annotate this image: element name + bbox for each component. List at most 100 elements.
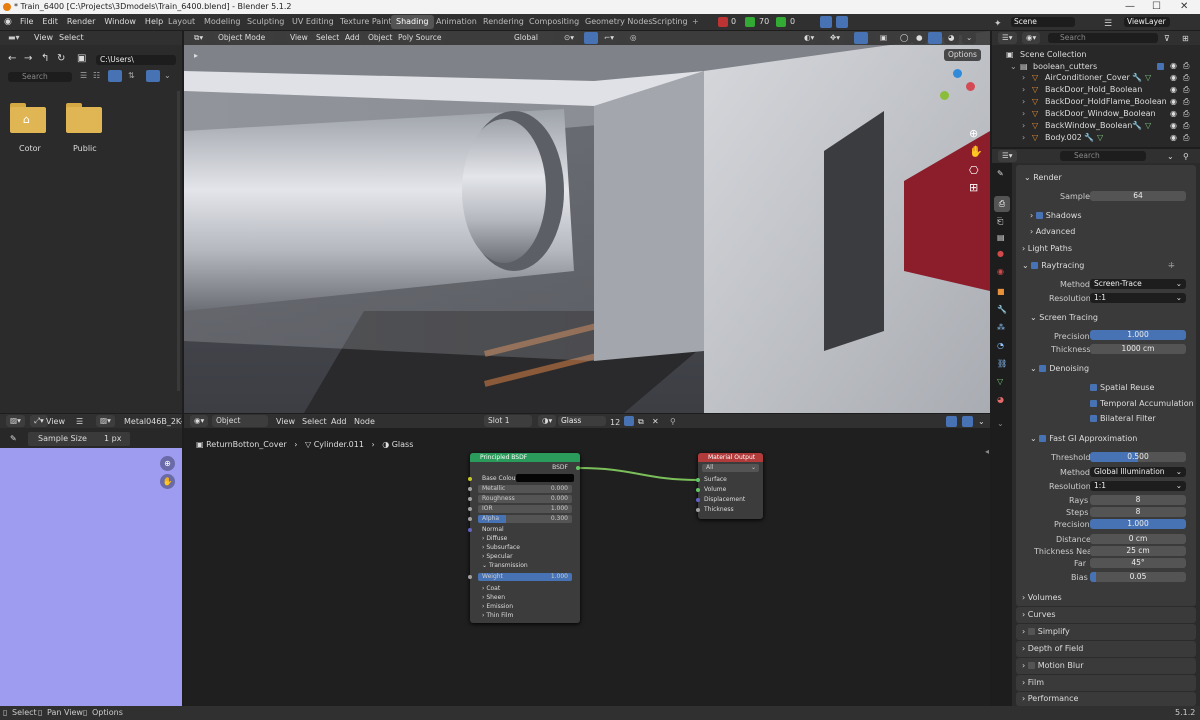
editor-type-icon[interactable]: ⧉▾ <box>190 32 208 44</box>
y-axis-icon[interactable] <box>940 91 949 100</box>
panel-sheen[interactable]: › Sheen <box>470 593 580 602</box>
bsdf-output-socket[interactable] <box>576 466 580 470</box>
ie-menu-icon[interactable]: ☰ <box>76 415 83 429</box>
visibility-icon[interactable]: ◐▾ <box>800 32 819 44</box>
vp-menu-select[interactable]: Select <box>312 32 344 44</box>
blender-menu-icon[interactable]: ◉ <box>4 14 12 30</box>
ie-editor-type-icon[interactable]: ▨▾ <box>6 415 25 427</box>
threshold-field[interactable]: 0.500 <box>1090 452 1186 462</box>
vp-menu-poly-source[interactable]: Poly Source <box>394 32 446 44</box>
visibility-icon[interactable]: ◉ <box>1170 109 1177 118</box>
thickness-field[interactable]: 1000 cm <box>1090 344 1186 354</box>
parent-dir-icon[interactable]: ↰ <box>41 53 49 64</box>
collection-exclude-checkbox[interactable] <box>1157 63 1164 70</box>
zoom-icon[interactable]: ⊕ <box>969 127 978 140</box>
output-node-title[interactable]: Material Output <box>698 453 763 462</box>
new-folder-icon[interactable]: ▣ <box>77 53 86 64</box>
thickness-socket[interactable] <box>696 508 700 512</box>
menu-file[interactable]: File <box>20 17 33 26</box>
base-colour-socket[interactable] <box>468 477 472 481</box>
thumbnail-view-icon[interactable] <box>108 70 122 82</box>
render-icon[interactable]: ⎙ <box>1183 73 1189 83</box>
orientation-select[interactable]: Global <box>510 32 554 44</box>
ior-socket[interactable] <box>468 507 472 511</box>
alpha-socket[interactable] <box>468 517 472 521</box>
roughness-field[interactable]: Roughness 0.000 <box>478 495 572 503</box>
motion-blur-panel[interactable]: › Motion Blur <box>1016 658 1196 674</box>
tab-shading[interactable]: Shading <box>391 15 434 29</box>
far-field[interactable]: 45° <box>1090 558 1186 568</box>
tab-modeling[interactable]: Modeling <box>199 15 245 29</box>
weight-field[interactable]: Weight 1.000 <box>478 573 572 581</box>
ne-sidebar-toggle-icon[interactable]: ◂ <box>985 447 989 456</box>
snap-target-icon[interactable]: ⌐▾ <box>600 32 619 44</box>
performance-panel[interactable]: › Performance <box>1016 692 1196 706</box>
curves-panel[interactable]: › Curves <box>1016 607 1196 623</box>
wireframe-shading-icon[interactable]: ◯ <box>896 32 913 44</box>
surface-socket[interactable] <box>696 478 700 482</box>
alpha-field[interactable]: Alpha 0.300 <box>478 515 572 523</box>
pan-hand-icon[interactable]: ✋ <box>969 145 983 158</box>
sort-icon[interactable]: ⇅ <box>128 71 135 80</box>
outliner-item[interactable]: › ▽ BackDoor_HoldFlame_Boolean ◉ ⎙ <box>992 97 1200 109</box>
visibility-icon[interactable]: ◉ <box>1170 121 1177 130</box>
rays-field[interactable]: 8 <box>1090 495 1186 505</box>
fb-menu-view[interactable]: View <box>34 31 53 45</box>
scene-field[interactable]: Scene <box>1011 17 1075 27</box>
sample-size-field[interactable]: Sample Size 1 px <box>28 432 130 446</box>
fb-search-input[interactable]: Search <box>8 72 72 82</box>
render-icon[interactable]: ⎙ <box>1183 121 1189 131</box>
tab-layout[interactable]: Layout <box>163 15 200 29</box>
panel-emission[interactable]: › Emission <box>470 602 580 611</box>
list-view-icon[interactable]: ☰ <box>80 71 87 80</box>
ortho-grid-icon[interactable]: ⊞ <box>969 181 978 194</box>
distance-field[interactable]: 0 cm <box>1090 534 1186 544</box>
overlay-icon[interactable] <box>836 16 848 28</box>
outliner-item[interactable]: › ▽ BackDoor_Window_Boolean ◉ ⎙ <box>992 109 1200 121</box>
modifier-icon[interactable]: 🔧 <box>1132 73 1142 82</box>
menu-edit[interactable]: Edit <box>42 17 58 26</box>
material-shading-icon[interactable] <box>928 32 942 44</box>
sample-tool-icon[interactable]: ✎ <box>10 434 17 443</box>
menu-window[interactable]: Window <box>104 17 136 26</box>
spatial-reuse-option[interactable]: Spatial Reuse <box>1090 383 1154 392</box>
weight-socket[interactable] <box>468 575 472 579</box>
forward-arrow-icon[interactable]: → <box>24 53 32 64</box>
visibility-icon[interactable]: ◉ <box>1170 73 1177 82</box>
material-output-node[interactable]: Material Output All ⌄ Surface Volume Disp… <box>696 453 763 519</box>
tab-sculpting[interactable]: Sculpting <box>242 15 289 29</box>
tab-geometry-nodes[interactable]: Geometry Nodes <box>580 15 657 29</box>
display-mode-icon[interactable]: ◉▾ <box>1022 32 1041 44</box>
advanced-toggle[interactable]: › Advanced <box>1030 227 1075 236</box>
rendered-shading-icon[interactable]: ◕ <box>944 32 959 44</box>
method-select[interactable]: Screen-Trace ⌄ <box>1090 279 1186 289</box>
visibility-icon[interactable]: ◉ <box>1170 97 1177 106</box>
fast-gi-panel[interactable]: ⌄ Fast GI Approximation <box>1030 434 1137 443</box>
ie-zoom-icon[interactable]: ⊕ <box>160 456 175 471</box>
vp-menu-object[interactable]: Object <box>364 32 397 44</box>
image-type-icon[interactable]: ▨▾ <box>96 415 115 427</box>
solid-shading-icon[interactable]: ● <box>912 32 927 44</box>
normal-socket[interactable] <box>468 528 472 532</box>
outliner-editor-type-icon[interactable]: ☰▾ <box>998 32 1017 44</box>
precision-field[interactable]: 1.000 <box>1090 330 1186 340</box>
sync-icon[interactable] <box>820 16 832 28</box>
back-arrow-icon[interactable]: ← <box>8 53 16 64</box>
tab-rendering[interactable]: Rendering <box>478 15 529 29</box>
screen-tracing-panel[interactable]: ⌄ Screen Tracing <box>1030 313 1098 322</box>
render-icon[interactable]: ⎙ <box>1183 109 1189 119</box>
tab-scripting[interactable]: Scripting <box>647 15 693 29</box>
panel-diffuse[interactable]: › Diffuse <box>470 534 580 543</box>
temporal-accumulation-option[interactable]: Temporal Accumulation <box>1090 399 1194 408</box>
panel-thin-film[interactable]: › Thin Film <box>470 611 580 620</box>
filter-icon[interactable] <box>146 70 160 82</box>
collection-render-icon[interactable]: ⎙ <box>1183 61 1189 71</box>
collection-label[interactable]: boolean_cutters <box>1033 62 1097 71</box>
samples-field[interactable]: 64 <box>1090 191 1186 201</box>
bias-field[interactable]: 0.05 <box>1090 572 1186 582</box>
modifier-icon[interactable]: 🔧 <box>1084 133 1094 142</box>
outliner-search-input[interactable]: Search <box>1048 33 1158 43</box>
visibility-icon[interactable]: ◉ <box>1170 85 1177 94</box>
raytracing-preset-icon[interactable]: ⁜ <box>1168 261 1175 270</box>
new-collection-icon[interactable]: ⊞ <box>1182 32 1189 46</box>
